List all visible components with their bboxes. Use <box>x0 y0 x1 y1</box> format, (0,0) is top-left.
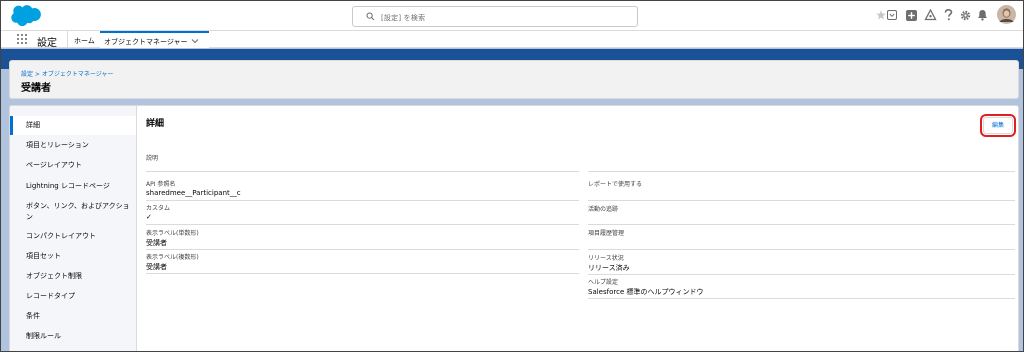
field-divider <box>146 171 579 172</box>
app-name: 設定 <box>37 38 57 49</box>
field-label-plural: 表示ラベル(複数形) <box>146 254 199 261</box>
sidebar-item-record-types[interactable]: レコードタイプ <box>10 292 136 301</box>
global-actions-icon[interactable] <box>906 10 917 21</box>
sidebar-item-restriction-rules[interactable]: 制限ルール <box>10 332 136 341</box>
trailhead-icon[interactable] <box>924 9 937 21</box>
sidebar-item-label: ページレイアウト <box>26 161 82 169</box>
field-value-help-settings: Salesforce 標準のヘルプウィンドウ <box>588 288 704 296</box>
sidebar-item-object-limits[interactable]: オブジェクト制限 <box>10 272 136 281</box>
notification-bell-icon[interactable] <box>977 9 988 21</box>
favorites-list-icon[interactable] <box>887 10 897 20</box>
navigation-bar: 設定 ホーム オブジェクトマネージャー <box>0 31 1024 49</box>
help-icon[interactable] <box>944 9 953 21</box>
field-value-deployment-status: リリース済み <box>588 264 630 272</box>
sidebar-item-label: 項目とリレーション <box>26 141 89 149</box>
field-divider <box>146 273 579 274</box>
field-divider <box>588 249 1015 250</box>
field-divider <box>588 224 1015 225</box>
tab-object-manager[interactable]: オブジェクトマネージャー <box>100 31 209 48</box>
field-label-singular: 表示ラベル(単数形) <box>146 230 199 237</box>
sidebar-item-compact-layouts[interactable]: コンパクトレイアウト <box>10 232 136 241</box>
field-label-description: 説明 <box>146 155 159 162</box>
sidebar-item-label: ボタン、リンク、およびアクション <box>26 202 130 221</box>
field-divider <box>588 274 1015 275</box>
tab-home[interactable]: ホーム <box>74 36 95 46</box>
app-launcher-icon[interactable] <box>17 34 28 45</box>
favorites-star-icon[interactable] <box>876 10 886 20</box>
gear-icon[interactable] <box>960 10 971 21</box>
field-divider <box>588 298 1015 299</box>
field-label-deployment-status: リリース状況 <box>588 255 624 262</box>
checkmark-icon: ✓ <box>146 213 152 221</box>
field-value-api-name: sharedmee__Participant__c <box>146 189 241 197</box>
field-label-custom: カスタム <box>146 205 171 212</box>
field-value-singular: 受講者 <box>146 239 167 247</box>
sidebar-item-label: 項目セット <box>26 252 61 260</box>
field-label-help-settings: ヘルプ設定 <box>588 279 619 286</box>
page-header: 設定 > オブジェクトマネージャー 受講者 <box>9 60 1019 99</box>
search-placeholder: [設定] を検索 <box>381 14 426 22</box>
sidebar-item-conditions[interactable]: 条件 <box>10 312 136 321</box>
field-value-plural: 受講者 <box>146 263 167 271</box>
page-title: 受講者 <box>21 83 51 94</box>
global-header: [設定] を検索 <box>0 0 1024 31</box>
sidebar-item-page-layouts[interactable]: ページレイアウト <box>10 161 136 170</box>
tab-object-manager-label: オブジェクトマネージャー <box>104 38 188 46</box>
field-divider <box>588 171 1015 172</box>
sidebar-item-label: コンパクトレイアウト <box>26 232 96 240</box>
nav-divider <box>67 31 68 48</box>
sidebar-item-label: オブジェクト制限 <box>26 272 82 280</box>
edit-button[interactable]: 編集 <box>980 114 1016 137</box>
field-divider <box>588 200 1015 201</box>
search-icon <box>366 12 375 21</box>
sidebar-item-lightning-record-pages[interactable]: Lightning レコードページ <box>10 182 136 191</box>
field-label-activity-tracking: 活動の追跡 <box>588 206 619 213</box>
sidebar-item-label: 制限ルール <box>26 332 61 340</box>
sidebar-item-label: Lightning レコードページ <box>26 182 110 190</box>
field-divider <box>146 200 579 201</box>
global-search-input[interactable]: [設定] を検索 <box>352 6 638 27</box>
sidebar-item-fields-relationships[interactable]: 項目とリレーション <box>10 141 136 150</box>
field-label-allow-reports: レポートで使用する <box>588 181 643 188</box>
sidebar-item-details[interactable]: 詳細 <box>10 116 136 135</box>
field-divider <box>146 249 579 250</box>
field-divider <box>146 224 579 225</box>
sidebar-item-buttons-links-actions[interactable]: ボタン、リンク、およびアクション <box>10 201 134 223</box>
object-detail-card: 詳細 項目とリレーション ページレイアウト Lightning レコードページ … <box>9 105 1019 352</box>
salesforce-logo[interactable] <box>9 4 42 27</box>
sidebar-item-label: 条件 <box>26 312 40 320</box>
field-label-api-name: API 参照名 <box>146 181 176 188</box>
sidebar-item-label: レコードタイプ <box>26 292 75 300</box>
detail-section-title: 詳細 <box>146 119 165 129</box>
chevron-down-icon[interactable] <box>191 37 199 45</box>
sidebar-item-label: 詳細 <box>26 121 40 129</box>
sidebar-item-field-sets[interactable]: 項目セット <box>10 252 136 261</box>
user-avatar[interactable] <box>997 5 1016 24</box>
object-sidebar: 詳細 項目とリレーション ページレイアウト Lightning レコードページ … <box>10 106 137 351</box>
field-label-history-tracking: 項目履歴管理 <box>588 230 625 237</box>
breadcrumb[interactable]: 設定 > オブジェクトマネージャー <box>21 69 113 78</box>
